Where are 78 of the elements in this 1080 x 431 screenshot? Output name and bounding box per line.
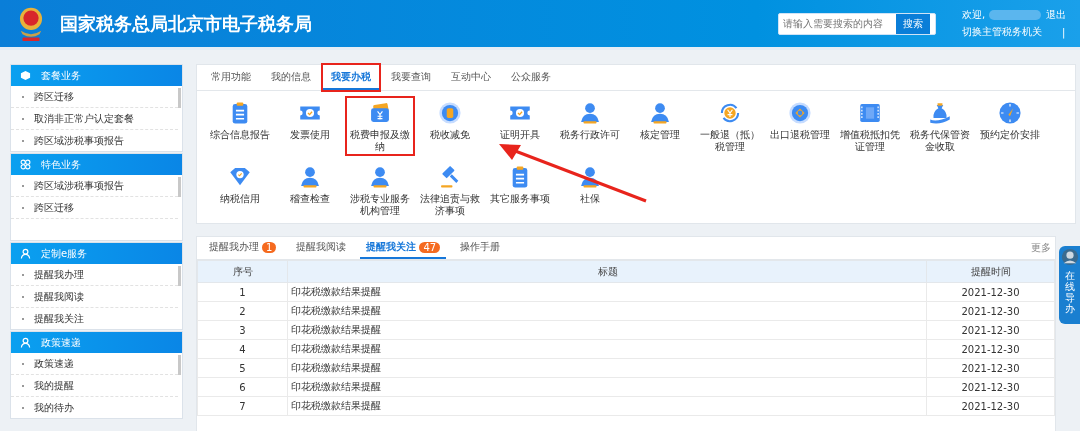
search-field[interactable]: 请输入需要搜索的内容 搜索 [778,12,936,35]
column-header: 提醒时间 [926,260,1055,283]
table-cell: 1 [197,282,288,302]
service-tile[interactable]: 一般退（抵）税管理 [695,96,765,156]
blurred-username [989,10,1042,20]
reminder-tab[interactable]: 操作手册 [454,237,507,259]
table-cell: 2 [197,301,288,321]
column-header: 序号 [197,260,288,283]
service-tile[interactable]: 税务行政许可 [555,96,625,156]
sidebar-item[interactable]: 我的待办 [11,397,178,418]
site-title: 国家税务总局北京市电子税务局 [60,11,312,36]
user-icon [20,248,31,259]
scrollbar[interactable] [178,355,181,375]
service-tile[interactable]: 核定管理 [625,96,695,156]
sidebar-item[interactable]: 提醒我阅读 [11,286,178,308]
user-icon [20,337,31,348]
bag-icon [927,100,953,126]
sidebar-item[interactable]: 跨区迁移 [11,197,178,219]
service-tile[interactable]: 发票使用 [275,96,345,156]
welcome-text: 欢迎, [962,8,986,22]
nav-tab[interactable]: 互动中心 [443,65,499,90]
column-header: 标题 [287,260,927,283]
service-tile[interactable]: 法律追责与救济事项 [415,160,485,220]
service-tile[interactable]: 社保 [555,160,625,220]
service-tile[interactable]: 稽查检查 [275,160,345,220]
online-guide-button[interactable]: 在线导办 [1059,246,1080,324]
compass-icon [997,100,1023,126]
table-cell: 2021-12-30 [926,301,1055,321]
table-cell: 印花税缴款结果提醒 [287,377,927,397]
table-cell: 2021-12-30 [926,377,1055,397]
table-cell: 印花税缴款结果提醒 [287,301,927,321]
service-tile[interactable]: 税收减免 [415,96,485,156]
sidebar-item[interactable]: 取消非正常户认定套餐 [11,108,178,130]
reminder-tab[interactable]: 提醒我阅读 [290,237,353,259]
service-tile[interactable]: 增值税抵扣凭证管理 [835,96,905,156]
table-cell: 2021-12-30 [926,396,1055,416]
table-cell: 2021-12-30 [926,358,1055,378]
sidebar-item[interactable]: 提醒我关注 [11,308,178,329]
nav-tab[interactable]: 常用功能 [203,65,259,90]
nav-tab[interactable]: 我要查询 [383,65,439,90]
service-tile[interactable]: 其它服务事项 [485,160,555,220]
table-cell: 印花税缴款结果提醒 [287,396,927,416]
more-link[interactable]: 更多 [1031,241,1051,255]
box-icon [20,70,31,81]
separator-text: | [1062,26,1066,38]
reminder-tab[interactable]: 提醒我办理 1 [203,237,283,259]
sidebar-item[interactable]: 我的提醒 [11,375,178,397]
table-cell: 印花税缴款结果提醒 [287,339,927,359]
nav-tab[interactable]: 公众服务 [503,65,559,90]
nav-tab[interactable]: 我的信息 [263,65,319,90]
search-button[interactable]: 搜索 [895,13,930,34]
service-tile[interactable]: 纳税信用 [205,160,275,220]
table-cell: 印花税缴款结果提醒 [287,358,927,378]
service-tile[interactable]: 涉税专业服务机构管理 [345,160,415,220]
nav-tab[interactable]: 我要办税 [323,65,379,90]
sidebar-item[interactable]: 跨区域涉税事项报告 [11,130,178,151]
table-cell: 4 [197,339,288,359]
table-cell: 印花税缴款结果提醒 [287,320,927,340]
scrollbar[interactable] [178,88,181,108]
service-tile[interactable]: 税务代保管资金收取 [905,96,975,156]
avatar-icon [1060,248,1079,266]
scrollbar[interactable] [178,266,181,286]
table-cell: 3 [197,320,288,340]
scrollbar[interactable] [178,177,181,197]
service-tile[interactable]: 税费申报及缴纳 [345,96,415,156]
coin-icon [437,100,463,126]
table-cell: 2021-12-30 [926,282,1055,302]
service-tile[interactable]: 综合信息报告 [205,96,275,156]
clover-icon [20,159,31,170]
service-tile[interactable]: 出口退税管理 [765,96,835,156]
globe-icon [787,100,813,126]
service-tile[interactable]: 预约定价安排 [975,96,1045,156]
table-cell: 6 [197,377,288,397]
table-cell: 2021-12-30 [926,320,1055,340]
table-cell: 7 [197,396,288,416]
table-cell: 5 [197,358,288,378]
table-cell: 印花税缴款结果提醒 [287,282,927,302]
table-cell: 2021-12-30 [926,339,1055,359]
